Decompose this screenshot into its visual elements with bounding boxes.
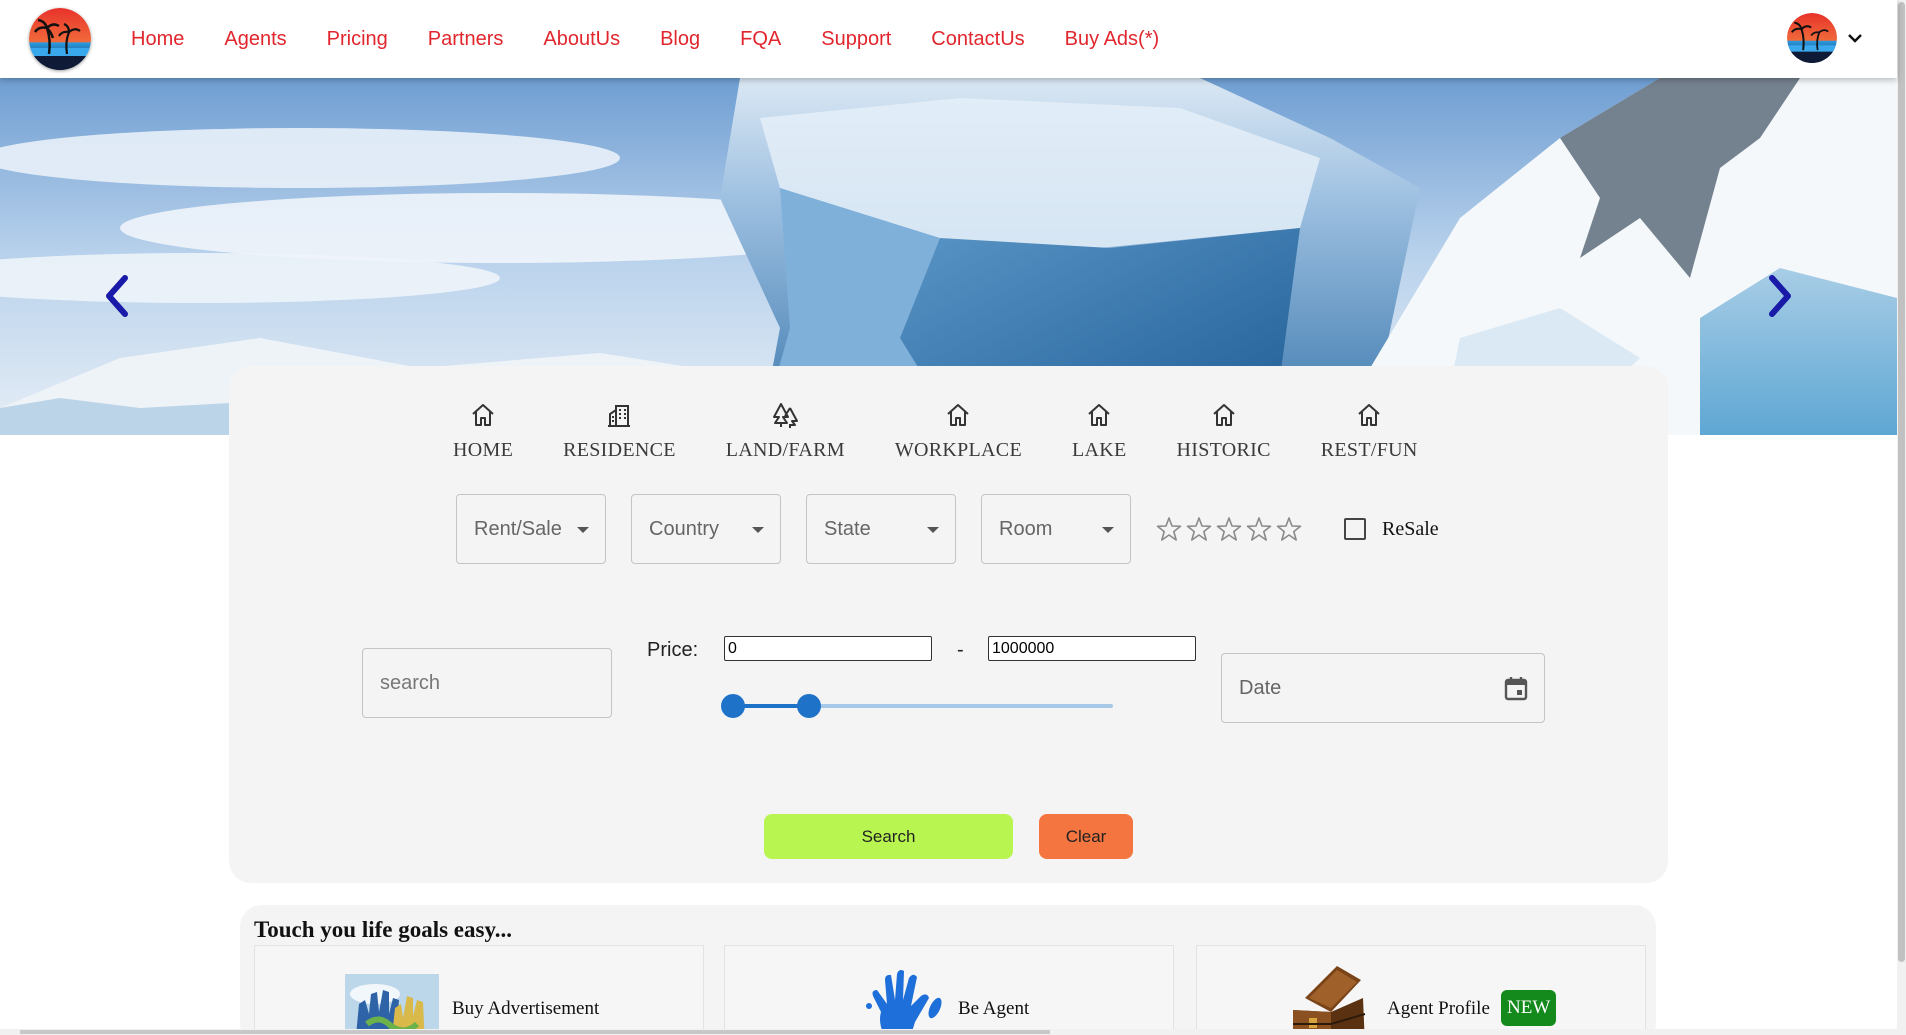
nav-aboutus[interactable]: AboutUs bbox=[543, 28, 620, 51]
price-dash: - bbox=[957, 639, 964, 661]
clear-button[interactable]: Clear bbox=[1039, 814, 1133, 859]
nav-blog[interactable]: Blog bbox=[660, 28, 700, 51]
caret-down-icon bbox=[577, 527, 589, 533]
country-select[interactable]: Country bbox=[631, 494, 781, 564]
house-icon bbox=[1212, 404, 1235, 426]
chevron-down-icon[interactable] bbox=[1847, 30, 1863, 46]
nav-home[interactable]: Home bbox=[131, 28, 184, 51]
caret-down-icon bbox=[927, 527, 939, 533]
category-residence[interactable]: RESIDENCE bbox=[563, 401, 676, 462]
rent-sale-select[interactable]: Rent/Sale bbox=[456, 494, 606, 564]
star-icon[interactable] bbox=[1216, 516, 1242, 542]
avatar bbox=[1787, 13, 1837, 63]
resale-toggle[interactable]: ReSale bbox=[1344, 518, 1439, 541]
date-field[interactable]: Date bbox=[1221, 653, 1545, 723]
house-icon bbox=[472, 404, 494, 426]
rating-stars bbox=[1156, 516, 1306, 542]
filter-row: Rent/Sale Country State Room ReSale bbox=[456, 494, 1439, 564]
vertical-scrollbar[interactable] bbox=[1897, 0, 1906, 1035]
nav-buy-ads[interactable]: Buy Ads(*) bbox=[1065, 28, 1159, 51]
star-icon[interactable] bbox=[1246, 516, 1272, 542]
nav-fqa[interactable]: FQA bbox=[740, 28, 781, 51]
agent-profile-card[interactable]: Agent Profile NEW bbox=[1196, 945, 1646, 1035]
nav-support[interactable]: Support bbox=[821, 28, 891, 51]
top-navbar: Home Agents Pricing Partners AboutUs Blo… bbox=[0, 0, 1897, 78]
building-icon bbox=[608, 405, 631, 427]
star-icon[interactable] bbox=[1156, 516, 1182, 542]
category-home[interactable]: HOME bbox=[453, 401, 513, 462]
user-menu[interactable] bbox=[1787, 13, 1863, 63]
search-button[interactable]: Search bbox=[764, 814, 1013, 859]
star-icon[interactable] bbox=[1186, 516, 1212, 542]
horizontal-scroll-thumb[interactable] bbox=[20, 1030, 1050, 1034]
blue-handprint-image bbox=[866, 970, 942, 1035]
be-agent-label: Be Agent bbox=[958, 998, 1030, 1019]
nav-pricing[interactable]: Pricing bbox=[327, 28, 388, 51]
category-workplace[interactable]: WORKPLACE bbox=[895, 401, 1022, 462]
slider-thumb-min[interactable] bbox=[721, 694, 745, 718]
scroll-thumb[interactable] bbox=[1898, 2, 1905, 962]
resale-checkbox[interactable] bbox=[1344, 518, 1366, 540]
calendar-icon[interactable] bbox=[1502, 674, 1530, 702]
search-input[interactable] bbox=[362, 648, 612, 718]
house-icon bbox=[947, 404, 970, 426]
horizontal-scrollbar[interactable] bbox=[0, 1029, 1897, 1035]
agent-profile-label: Agent Profile bbox=[1387, 998, 1490, 1019]
treasure-chest-image bbox=[1293, 966, 1366, 1035]
nav-partners[interactable]: Partners bbox=[428, 28, 504, 51]
state-select[interactable]: State bbox=[806, 494, 956, 564]
nav-agents[interactable]: Agents bbox=[224, 28, 286, 51]
buy-advertisement-card[interactable]: Buy Advertisement bbox=[254, 945, 704, 1035]
slider-thumb-max[interactable] bbox=[797, 694, 821, 718]
chevron-left-icon[interactable] bbox=[97, 268, 137, 324]
star-icon[interactable] bbox=[1276, 516, 1302, 542]
new-badge: NEW bbox=[1501, 990, 1557, 1026]
caret-down-icon bbox=[1102, 527, 1114, 533]
be-agent-card[interactable]: Be Agent bbox=[724, 945, 1174, 1035]
hands-globe-image bbox=[345, 974, 439, 1035]
category-land-farm[interactable]: LAND/FARM bbox=[726, 401, 845, 462]
price-range-slider[interactable] bbox=[721, 694, 1113, 718]
house-icon bbox=[1088, 404, 1110, 426]
price-min-input[interactable] bbox=[724, 636, 932, 661]
buy-advertisement-label: Buy Advertisement bbox=[452, 998, 600, 1019]
goals-title: Touch you life goals easy... bbox=[254, 917, 512, 942]
category-rest-fun[interactable]: REST/FUN bbox=[1321, 401, 1418, 462]
category-lake[interactable]: LAKE bbox=[1072, 401, 1127, 462]
price-max-input[interactable] bbox=[988, 636, 1196, 661]
date-placeholder: Date bbox=[1239, 676, 1282, 699]
room-select[interactable]: Room bbox=[981, 494, 1131, 564]
category-tabs: HOME RESIDENCE LAND/FARM WORKPLACE LAKE … bbox=[453, 401, 1468, 462]
price-label: Price: bbox=[647, 639, 699, 661]
chevron-right-icon[interactable] bbox=[1760, 268, 1800, 324]
house-icon bbox=[1358, 404, 1380, 426]
caret-down-icon bbox=[752, 527, 764, 533]
palm-sunset-logo[interactable] bbox=[29, 8, 91, 70]
goals-section: Touch you life goals easy... Buy Adverti… bbox=[240, 905, 1656, 1035]
category-historic[interactable]: HISTORIC bbox=[1177, 401, 1271, 462]
nav-contactus[interactable]: ContactUs bbox=[931, 28, 1024, 51]
search-panel: HOME RESIDENCE LAND/FARM WORKPLACE LAKE … bbox=[229, 366, 1668, 883]
nav-links: Home Agents Pricing Partners AboutUs Blo… bbox=[131, 0, 1199, 78]
trees-icon bbox=[773, 403, 799, 428]
